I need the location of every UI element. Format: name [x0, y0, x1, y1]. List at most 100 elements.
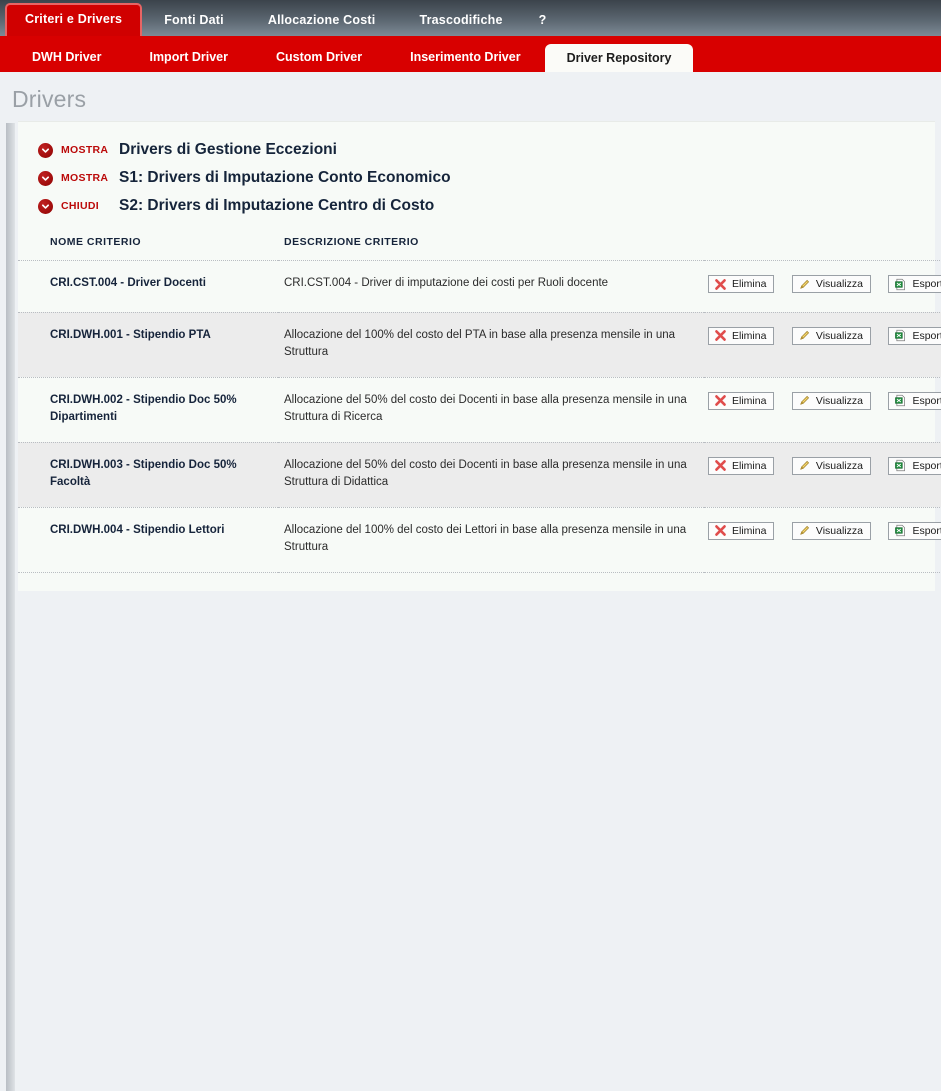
- excel-export-icon: [895, 394, 906, 407]
- cell-nome-criterio: CRI.DWH.004 - Stipendio Lettori: [18, 507, 278, 573]
- view-button-label: Visualizza: [815, 278, 863, 290]
- excel-export-icon: [895, 329, 906, 342]
- sub-navigation-bar: DWH Driver Import Driver Custom Driver I…: [0, 36, 941, 72]
- export-button-label: Esporta: [912, 524, 941, 537]
- table-row: CRI.DWH.001 - Stipendio PTA Allocazione …: [18, 312, 941, 378]
- sub-tab-label: Import Driver: [149, 50, 228, 64]
- view-button[interactable]: Visualizza: [791, 521, 871, 540]
- sub-tab-import-driver[interactable]: Import Driver: [125, 42, 252, 72]
- delete-button-label: Elimina: [732, 394, 767, 407]
- cell-descrizione-criterio: Allocazione del 50% del costo dei Docent…: [278, 377, 704, 443]
- delete-x-icon: [715, 460, 726, 471]
- table-body: CRI.CST.004 - Driver Docenti CRI.CST.004…: [18, 260, 941, 573]
- cell-nome-criterio: CRI.DWH.002 - Stipendio Doc 50% Dipartim…: [18, 377, 278, 443]
- cell-nome-criterio: CRI.CST.004 - Driver Docenti: [18, 260, 278, 313]
- sub-tab-label: Inserimento Driver: [410, 50, 521, 64]
- cell-actions: Elimina Visualizza Esporta: [704, 442, 941, 508]
- sub-tab-label: Driver Repository: [566, 51, 672, 65]
- main-tab-trascodifiche[interactable]: Trascodifiche: [397, 5, 524, 36]
- delete-button[interactable]: Elimina: [708, 521, 775, 540]
- pencil-icon: [800, 460, 809, 470]
- column-header-nome-criterio: NOME CRITERIO: [18, 236, 278, 261]
- main-tab-label: ?: [538, 13, 547, 27]
- table-row: CRI.DWH.004 - Stipendio Lettori Allocazi…: [18, 507, 941, 573]
- delete-x-icon: [715, 330, 726, 341]
- drivers-panel: MOSTRA Drivers di Gestione Eccezioni MOS…: [18, 121, 941, 591]
- delete-button[interactable]: Elimina: [708, 456, 775, 475]
- delete-x-icon: [715, 395, 726, 406]
- cell-actions: Elimina Visualizza Esporta: [704, 377, 941, 443]
- accordion-action-label: MOSTRA: [61, 144, 109, 156]
- delete-button-label: Elimina: [732, 278, 767, 290]
- export-button[interactable]: Esporta: [888, 275, 941, 293]
- view-button-label: Visualizza: [815, 459, 863, 472]
- accordion-title: S2: Drivers di Imputazione Centro di Cos…: [119, 197, 435, 214]
- main-tab-label: Fonti Dati: [164, 13, 224, 27]
- delete-button-label: Elimina: [732, 524, 767, 537]
- main-tab-criteri-e-drivers[interactable]: Criteri e Drivers: [5, 3, 143, 36]
- table-head: NOME CRITERIO DESCRIZIONE CRITERIO: [18, 236, 941, 261]
- accordion-section-s2-centro-di-costo[interactable]: CHIUDI S2: Drivers di Imputazione Centro…: [18, 192, 935, 220]
- table-row: CRI.CST.004 - Driver Docenti CRI.CST.004…: [18, 260, 941, 313]
- main-tab-label: Criteri e Drivers: [25, 12, 123, 26]
- delete-x-icon: [715, 525, 726, 536]
- chevron-down-circle-icon: [38, 142, 53, 158]
- export-button-label: Esporta: [912, 278, 941, 290]
- export-button[interactable]: Esporta: [888, 326, 941, 345]
- accordion-title: Drivers di Gestione Eccezioni: [119, 141, 337, 158]
- chevron-down-circle-icon: [38, 170, 53, 186]
- export-button-label: Esporta: [912, 459, 941, 472]
- view-button-label: Visualizza: [815, 394, 863, 407]
- table-header-row: NOME CRITERIO DESCRIZIONE CRITERIO: [18, 236, 941, 261]
- pencil-icon: [800, 279, 809, 289]
- view-button[interactable]: Visualizza: [791, 275, 871, 293]
- pencil-icon: [800, 395, 809, 405]
- sub-tab-driver-repository[interactable]: Driver Repository: [544, 44, 694, 72]
- view-button[interactable]: Visualizza: [791, 391, 871, 410]
- cell-actions: Elimina Visualizza Esporta: [704, 507, 941, 573]
- export-button[interactable]: Esporta: [888, 391, 941, 410]
- view-button-label: Visualizza: [815, 524, 863, 537]
- export-button[interactable]: Esporta: [888, 456, 941, 475]
- view-button-label: Visualizza: [815, 329, 863, 342]
- view-button[interactable]: Visualizza: [791, 456, 871, 475]
- column-header-descrizione-criterio: DESCRIZIONE CRITERIO: [278, 236, 704, 261]
- cell-descrizione-criterio: Allocazione del 50% del costo dei Docent…: [278, 442, 704, 508]
- page-body: Drivers MOSTRA Drivers di Gestione Eccez…: [0, 72, 941, 1091]
- pencil-icon: [800, 330, 809, 340]
- table-row: CRI.DWH.003 - Stipendio Doc 50% Facoltà …: [18, 442, 941, 508]
- main-tab-label: Allocazione Costi: [267, 13, 376, 27]
- accordion-action-label: CHIUDI: [61, 200, 99, 212]
- main-tab-fonti-dati[interactable]: Fonti Dati: [142, 5, 246, 36]
- delete-button[interactable]: Elimina: [708, 275, 775, 293]
- content-panel-wrapper: MOSTRA Drivers di Gestione Eccezioni MOS…: [6, 121, 941, 1091]
- column-header-actions: [704, 236, 941, 261]
- accordion-section-s1-conto-economico[interactable]: MOSTRA S1: Drivers di Imputazione Conto …: [18, 164, 935, 192]
- panel-drag-handle[interactable]: [6, 123, 15, 1091]
- sub-tab-label: DWH Driver: [32, 50, 102, 64]
- cell-actions: Elimina Visualizza Esporta: [704, 260, 941, 313]
- sub-tab-label: Custom Driver: [275, 50, 363, 64]
- accordion-action-label: MOSTRA: [61, 172, 109, 184]
- page-title: Drivers: [12, 86, 87, 112]
- drivers-table: NOME CRITERIO DESCRIZIONE CRITERIO CRI.C…: [18, 236, 941, 573]
- accordion-section-gestione-eccezioni[interactable]: MOSTRA Drivers di Gestione Eccezioni: [18, 136, 935, 164]
- cell-descrizione-criterio: Allocazione del 100% del costo del PTA i…: [278, 312, 704, 378]
- table-row: CRI.DWH.002 - Stipendio Doc 50% Dipartim…: [18, 377, 941, 443]
- export-button-label: Esporta: [912, 329, 941, 342]
- export-button[interactable]: Esporta: [888, 521, 941, 540]
- excel-export-icon: [895, 459, 906, 472]
- sub-tab-dwh-driver[interactable]: DWH Driver: [8, 42, 125, 72]
- cell-descrizione-criterio: Allocazione del 100% del costo dei Letto…: [278, 507, 704, 573]
- delete-button-label: Elimina: [732, 459, 767, 472]
- main-tab-help[interactable]: ?: [525, 5, 561, 36]
- sub-tab-custom-driver[interactable]: Custom Driver: [252, 42, 386, 72]
- delete-button[interactable]: Elimina: [708, 391, 775, 410]
- sub-tab-inserimento-driver[interactable]: Inserimento Driver: [386, 42, 544, 72]
- main-tab-allocazione-costi[interactable]: Allocazione Costi: [246, 5, 398, 36]
- view-button[interactable]: Visualizza: [791, 326, 871, 345]
- delete-button[interactable]: Elimina: [708, 326, 775, 345]
- cell-nome-criterio: CRI.DWH.001 - Stipendio PTA: [18, 312, 278, 378]
- cell-descrizione-criterio: CRI.CST.004 - Driver di imputazione dei …: [278, 260, 704, 313]
- chevron-down-circle-icon: [38, 198, 53, 214]
